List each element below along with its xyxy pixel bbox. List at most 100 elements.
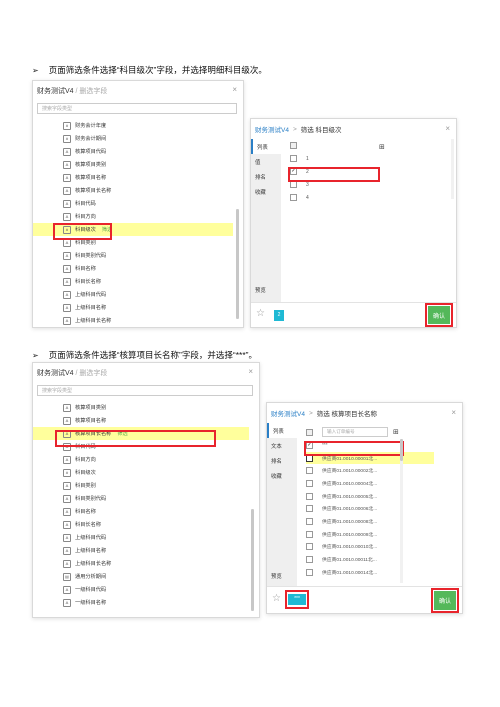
scrollbar-thumb[interactable] — [400, 439, 403, 461]
selected-value-chip[interactable]: 2 — [274, 310, 284, 321]
field-item-label: 科目名称 — [75, 509, 96, 515]
checkbox[interactable] — [290, 155, 297, 162]
field-item[interactable]: A 一级科目名称 — [33, 596, 249, 609]
field-item[interactable]: # 财务会计年度 — [33, 119, 233, 132]
value-option[interactable]: 供应商01.0010.00005北... — [306, 490, 434, 503]
field-item[interactable]: A 科目类别代码 — [33, 492, 249, 505]
text-field-icon: A — [63, 186, 71, 195]
close-icon[interactable]: × — [232, 85, 237, 94]
checkbox[interactable] — [290, 142, 297, 149]
tab-text[interactable]: 文本 — [267, 438, 297, 453]
value-option[interactable]: 供应商01.0010.00006北... — [306, 502, 434, 515]
tab-rank[interactable]: 排名 — [251, 169, 281, 184]
search-input[interactable]: 搜索字段类型 — [37, 385, 253, 396]
number-field-icon: # — [63, 468, 71, 477]
tab-list[interactable]: 列表 — [267, 423, 297, 438]
field-item[interactable]: A 上级科目长名称 — [33, 314, 233, 327]
value-option[interactable]: 供应商01.0010.00004北... — [306, 477, 434, 490]
text-field-icon: A — [63, 455, 71, 464]
value-option-label: 供应商01.0010.00011北... — [322, 558, 377, 564]
checkbox[interactable] — [306, 505, 313, 513]
field-item[interactable]: A 上级科目代码 — [33, 288, 233, 301]
field-select-panel-2: 财务测试V4 / 删选字段 × 搜索字段类型 A 核算项目类别 A 核算项目名称 A 核算… — [32, 362, 260, 618]
checkbox[interactable] — [290, 194, 297, 201]
field-item-label: 上级科目名称 — [75, 548, 107, 554]
select-all-checkbox[interactable] — [306, 428, 313, 436]
field-item[interactable]: A 科目方向 — [33, 453, 249, 466]
value-option[interactable]: 供应商01.0010.00010北... — [306, 541, 434, 554]
checkbox[interactable] — [306, 479, 313, 487]
text-field-icon: A — [63, 264, 71, 273]
field-item[interactable]: A 核算项目类别 — [33, 158, 233, 171]
scrollbar-thumb[interactable] — [251, 509, 254, 611]
grid-icon[interactable]: ⊞ — [393, 428, 399, 436]
field-item[interactable]: A 上级科目代码 — [33, 531, 249, 544]
checkbox[interactable] — [290, 181, 297, 188]
checkbox[interactable] — [306, 517, 313, 525]
checkbox[interactable] — [306, 530, 313, 538]
field-item[interactable]: # 科目级次 — [33, 466, 249, 479]
select-all-row[interactable] — [290, 139, 450, 152]
scrollbar[interactable] — [236, 209, 239, 319]
field-item-label: 核算项目名称 — [75, 418, 107, 424]
close-icon[interactable]: × — [248, 367, 253, 376]
text-field-icon: A — [63, 494, 71, 503]
checkbox[interactable] — [306, 492, 313, 500]
scrollbar-thumb[interactable] — [236, 209, 239, 319]
close-icon[interactable]: × — [445, 124, 450, 133]
close-icon[interactable]: × — [451, 408, 456, 417]
checkbox[interactable] — [306, 543, 313, 551]
field-item[interactable]: A 上级科目名称 — [33, 544, 249, 557]
field-item[interactable]: A 核算项目代码 — [33, 145, 233, 158]
checkbox[interactable] — [306, 556, 313, 564]
value-option-label: 供应商01.0010.00009北... — [322, 532, 378, 538]
tab-rank[interactable]: 排名 — [267, 453, 297, 468]
star-icon[interactable]: ☆ — [272, 593, 281, 604]
highlight-box — [285, 590, 309, 609]
field-item[interactable]: A 科目名称 — [33, 262, 233, 275]
tab-preview[interactable]: 预览 — [251, 282, 281, 297]
field-item[interactable]: A 核算项目名称 — [33, 414, 249, 427]
tab-favorite[interactable]: 收藏 — [251, 184, 281, 199]
value-option[interactable]: 4 — [290, 191, 450, 204]
filter-dialog-1: 财务测试V4 > 筛选 科目级次 × 列表 值 排名 收藏 预览 ⊞ 1 ✓ 2 3 4… — [250, 118, 457, 328]
field-item[interactable]: ▤ 通用分析期间 — [33, 570, 249, 583]
field-item[interactable]: A 科目类别代码 — [33, 249, 233, 262]
field-item[interactable]: A 科目名称 — [33, 505, 249, 518]
field-item[interactable]: A 科目代码 — [33, 197, 233, 210]
value-option[interactable]: 供应商01.0010.00009北... — [306, 528, 434, 541]
field-item[interactable]: A 科目长名称 — [33, 275, 233, 288]
field-item[interactable]: A 核算项目类别 — [33, 401, 249, 414]
checkbox[interactable] — [306, 467, 313, 475]
value-option[interactable]: 1 — [290, 152, 450, 165]
field-item[interactable]: A 核算项目长名称 — [33, 184, 233, 197]
breadcrumb-dataset[interactable]: 财务测试V4 — [255, 124, 289, 134]
scrollbar[interactable] — [451, 139, 454, 199]
breadcrumb-dataset[interactable]: 财务测试V4 — [271, 408, 305, 418]
value-option[interactable]: 供应商01.0010.00008北... — [306, 515, 434, 528]
field-item[interactable]: A 上级科目长名称 — [33, 557, 249, 570]
value-option[interactable]: 供应商01.0010.00011北... — [306, 553, 434, 566]
tab-preview[interactable]: 预览 — [267, 568, 297, 583]
field-item[interactable]: # 财务会计期间 — [33, 132, 233, 145]
field-item[interactable]: A 科目长名称 — [33, 518, 249, 531]
star-icon[interactable]: ☆ — [256, 308, 265, 319]
field-item[interactable]: A 科目类别 — [33, 479, 249, 492]
field-item[interactable]: A 上级科目名称 — [33, 301, 233, 314]
search-input[interactable]: 输入订单编号 — [322, 427, 388, 437]
checkbox[interactable] — [306, 568, 313, 576]
tab-list[interactable]: 列表 — [251, 139, 281, 154]
search-input[interactable]: 搜索字段类型 — [37, 103, 237, 114]
field-item[interactable]: A 核算项目名称 — [33, 171, 233, 184]
scrollbar[interactable] — [251, 509, 254, 611]
field-item-label: 科目类别代码 — [75, 496, 107, 502]
field-item[interactable]: A 科目方向 — [33, 210, 233, 223]
field-item[interactable]: A 一级科目代码 — [33, 583, 249, 596]
text-field-icon: A — [63, 416, 71, 425]
tab-value[interactable]: 值 — [251, 154, 281, 169]
value-option[interactable]: 供应商01.0010.00002北... — [306, 464, 434, 477]
text-field-icon: A — [63, 160, 71, 169]
value-option[interactable]: 供应商01.0010.00014北... — [306, 566, 434, 579]
tab-favorite[interactable]: 收藏 — [267, 468, 297, 483]
scrollbar[interactable] — [400, 439, 403, 583]
